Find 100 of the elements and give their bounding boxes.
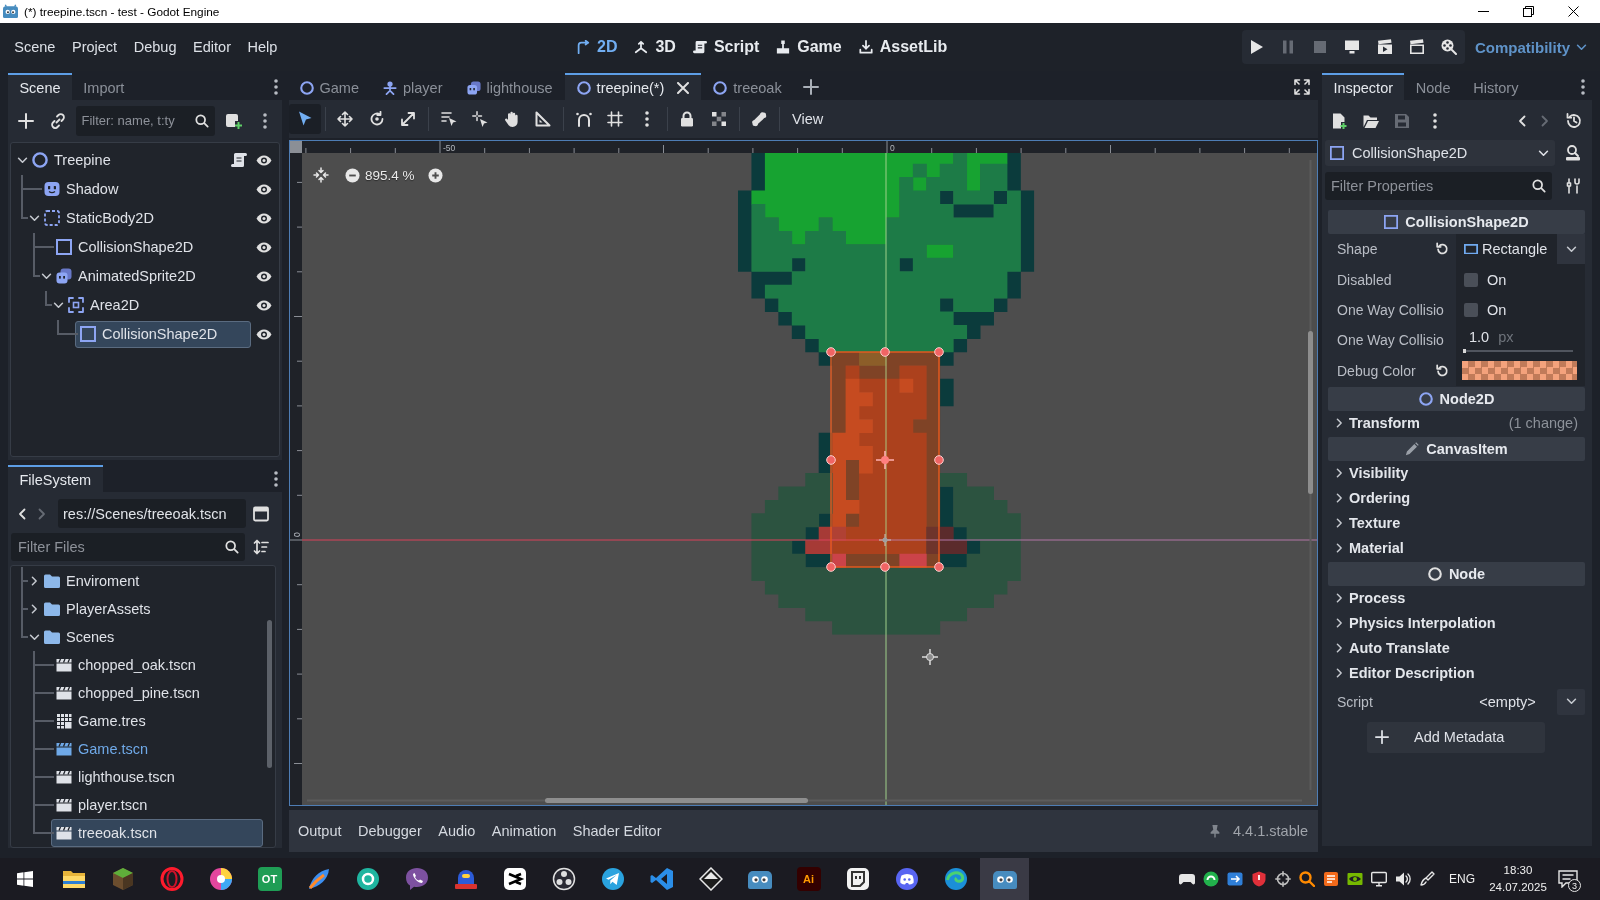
workspace-tab[interactable]: Script — [692, 31, 760, 63]
chevron-right-icon[interactable] — [1336, 493, 1343, 504]
monitor-icon[interactable] — [1371, 871, 1387, 887]
zoom-out-icon[interactable] — [345, 167, 360, 183]
menu-item[interactable]: Debug — [125, 31, 185, 63]
eye-icon[interactable] — [256, 299, 272, 311]
add-metadata-button[interactable]: Add Metadata — [1367, 721, 1545, 753]
film-reel-icon[interactable] — [1441, 39, 1457, 55]
arrow-tile-icon[interactable] — [1227, 871, 1243, 887]
lines-tile-icon[interactable] — [1323, 871, 1339, 887]
horizontal-scrollbar[interactable] — [307, 798, 1302, 803]
dock-tab[interactable]: Inspector — [1322, 73, 1405, 100]
document-plus-icon[interactable] — [1331, 112, 1347, 129]
fullscreen-icon[interactable] — [1294, 78, 1310, 95]
script-value[interactable]: <empty> — [1458, 693, 1557, 710]
editor-tab[interactable]: treepine(*) — [564, 73, 702, 100]
page-plus-icon[interactable] — [226, 112, 243, 129]
renderer-dropdown[interactable]: Compatibility — [1475, 32, 1587, 62]
editor-tab[interactable]: lighthouse — [454, 73, 565, 100]
chevron-right-icon[interactable] — [30, 604, 38, 614]
file-item[interactable]: treeoak.tscn — [51, 819, 263, 847]
chevron-left-icon[interactable] — [1518, 114, 1526, 127]
handle-icon[interactable] — [826, 455, 836, 465]
chevron-down-icon[interactable] — [28, 633, 40, 641]
vertical-scrollbar[interactable] — [1308, 160, 1313, 790]
workspace-tab[interactable]: AssetLib — [858, 31, 948, 63]
more-options-icon[interactable] — [644, 111, 649, 127]
bottom-panel-tab[interactable]: Debugger — [358, 823, 422, 839]
more-options-icon[interactable] — [274, 78, 278, 95]
scene-tree-item[interactable]: Area2D — [63, 291, 251, 319]
taskbar-button[interactable]: Ai — [784, 858, 833, 900]
handle-icon[interactable] — [934, 562, 944, 572]
restore-icon[interactable] — [1523, 6, 1534, 17]
speaker-icon[interactable] — [1395, 871, 1411, 887]
menu-item[interactable]: Project — [63, 31, 126, 63]
group-label[interactable]: Transform — [1349, 415, 1420, 432]
dock-tab[interactable]: History — [1461, 73, 1530, 100]
menu-item[interactable]: Scene — [6, 31, 64, 63]
slider-track[interactable] — [1463, 349, 1573, 352]
file-item[interactable]: chopped_pine.tscn — [51, 679, 263, 707]
dock-tab[interactable]: Import — [71, 73, 136, 100]
zoom-level[interactable]: 895.4 % — [365, 167, 415, 183]
zoom-in-icon[interactable] — [427, 167, 443, 183]
eye-icon[interactable] — [256, 241, 272, 253]
monitor-icon[interactable] — [1344, 39, 1361, 55]
tool-button[interactable] — [289, 104, 321, 134]
dock-tab[interactable]: Node — [1404, 73, 1462, 100]
chevron-right-icon[interactable] — [1336, 668, 1343, 679]
bottom-panel-tab[interactable]: Animation — [491, 823, 557, 839]
group-label[interactable]: Editor Description — [1349, 665, 1475, 682]
tools-icon[interactable] — [1565, 178, 1581, 194]
eye-icon[interactable] — [256, 212, 272, 224]
layout-icon[interactable] — [252, 505, 269, 522]
value-text[interactable]: 1.0 — [1469, 328, 1490, 345]
sort-icon[interactable] — [252, 539, 269, 555]
group-label[interactable]: Physics Interpolation — [1349, 615, 1496, 632]
crosshair-icon[interactable] — [1275, 871, 1291, 887]
file-item[interactable]: chopped_oak.tscn — [51, 651, 263, 679]
scene-tree-item[interactable]: Shadow — [39, 175, 251, 203]
file-item[interactable]: Scenes — [39, 623, 263, 651]
eye-icon[interactable] — [256, 328, 272, 340]
pen-icon[interactable] — [1419, 871, 1435, 887]
chevron-down-icon[interactable] — [16, 156, 28, 164]
close-icon[interactable] — [1568, 6, 1579, 17]
clapperboard-icon[interactable] — [1408, 39, 1425, 55]
filter-field[interactable]: Filter: name, t:ty — [76, 105, 216, 136]
eye-icon[interactable] — [256, 154, 272, 166]
chat-bubble-icon[interactable] — [1558, 870, 1578, 888]
chevron-down-icon[interactable] — [40, 272, 52, 280]
handle-icon[interactable] — [934, 455, 944, 465]
round-badge-icon[interactable] — [1203, 871, 1219, 887]
handle-icon[interactable] — [826, 347, 836, 357]
editor-tab[interactable]: player — [371, 73, 455, 100]
file-item[interactable]: lighthouse.tscn — [51, 763, 263, 791]
scene-tree-item[interactable]: CollisionShape2D — [75, 320, 251, 348]
eye-icon[interactable] — [256, 183, 272, 195]
path-field[interactable]: res://Scenes/treeoak.tscn — [58, 499, 246, 528]
filter-field[interactable]: Filter Properties — [1325, 172, 1552, 200]
gamepad-icon[interactable] — [1179, 871, 1195, 887]
workspace-tab[interactable]: Game — [776, 31, 842, 63]
eye-tile-icon[interactable] — [1347, 871, 1363, 887]
chevron-right-icon[interactable] — [1336, 518, 1343, 529]
editor-tab[interactable]: Game — [289, 73, 371, 100]
revert-icon[interactable] — [1435, 363, 1449, 378]
bottom-panel-tab[interactable]: Shader Editor — [572, 823, 662, 839]
file-item[interactable]: player.tscn — [51, 791, 263, 819]
chevron-down-icon[interactable] — [52, 301, 64, 309]
revert-icon[interactable] — [1435, 242, 1449, 257]
group-label[interactable]: Visibility — [1349, 465, 1409, 482]
menu-item[interactable]: Help — [239, 31, 286, 63]
dropdown-button[interactable] — [1557, 234, 1585, 265]
group-label[interactable]: Ordering — [1349, 490, 1411, 507]
checkbox[interactable] — [1464, 302, 1478, 317]
file-item[interactable]: Enviroment — [39, 567, 263, 595]
clock-time[interactable]: 18:30 — [1503, 862, 1533, 879]
chevron-down-icon[interactable] — [28, 214, 40, 222]
chevron-right-icon[interactable] — [1336, 418, 1343, 429]
history-icon[interactable] — [1566, 112, 1582, 129]
view-menu[interactable]: View — [784, 104, 832, 134]
bottom-panel-tab[interactable]: Output — [298, 823, 342, 839]
